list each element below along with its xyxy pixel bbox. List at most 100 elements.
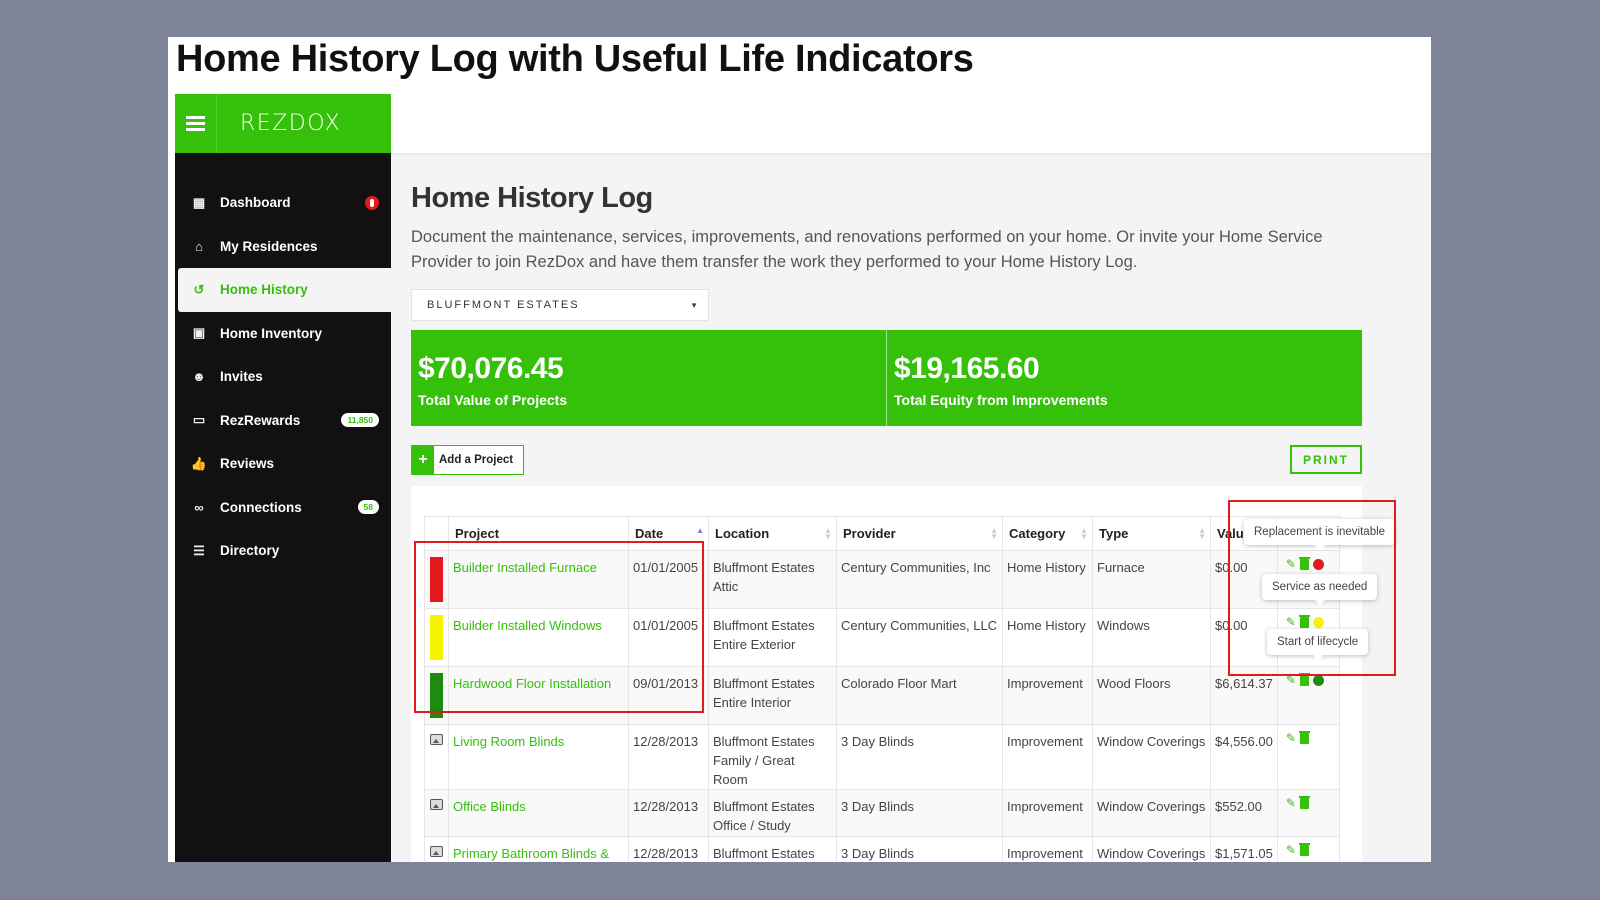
sort-icon[interactable]: ▲ ▼ xyxy=(1080,527,1088,541)
sidebar-item-label: Dashboard xyxy=(220,195,291,211)
category-cell: Improvement xyxy=(1002,836,1093,862)
residence-select[interactable]: BLUFFMONT ESTATES ▼ xyxy=(411,289,709,321)
sidebar-item-label: Home History xyxy=(220,282,308,298)
column-header-label: Date xyxy=(635,526,664,541)
column-header-date[interactable]: Date ▲ xyxy=(628,516,709,551)
image-icon[interactable] xyxy=(430,799,443,810)
status-dot-green[interactable] xyxy=(1312,674,1324,686)
type-cell: Furnace xyxy=(1092,550,1211,609)
image-icon[interactable] xyxy=(430,846,443,857)
category-cell: Improvement xyxy=(1002,666,1093,725)
sidebar-item-invites[interactable]: ☻ Invites xyxy=(175,355,391,399)
location-cell: Bluffmont Estates Attic xyxy=(708,550,837,609)
project-link[interactable]: Office Blinds xyxy=(453,799,526,814)
brand-bar: REZDOX xyxy=(175,94,391,153)
project-cell: Hardwood Floor Installation xyxy=(448,666,629,725)
sidebar-item-my-residences[interactable]: ⌂ My Residences xyxy=(175,225,391,269)
category-cell: Improvement xyxy=(1002,724,1093,790)
sidebar-item-home-inventory[interactable]: ▣ Home Inventory xyxy=(175,312,391,356)
list-icon: ☰ xyxy=(193,542,205,558)
hamburger-menu-icon[interactable] xyxy=(175,94,217,153)
tooltip-replacement: Replacement is inevitable xyxy=(1244,519,1396,545)
sort-ascending-icon[interactable]: ▲ xyxy=(696,527,704,535)
trash-icon[interactable] xyxy=(1298,843,1310,856)
edit-icon[interactable]: ✎ xyxy=(1286,674,1296,686)
date-cell: 01/01/2005 xyxy=(628,608,709,667)
column-header-provider[interactable]: Provider ▲ ▼ xyxy=(836,516,1003,551)
edit-icon[interactable]: ✎ xyxy=(1286,844,1296,856)
project-link[interactable]: Builder Installed Furnace xyxy=(453,560,597,575)
project-link[interactable]: Primary Bathroom Blinds & Warranty Info xyxy=(453,846,609,862)
rezdox-logo[interactable]: REZDOX xyxy=(240,111,341,136)
count-badge: 58 xyxy=(357,500,379,515)
column-header-location[interactable]: Location ▲ ▼ xyxy=(708,516,837,551)
location-area: Family / Great Room xyxy=(713,753,795,787)
column-header-project[interactable]: Project xyxy=(448,516,629,551)
edit-icon[interactable]: ✎ xyxy=(1286,616,1296,628)
money-icon: ▭ xyxy=(192,412,206,428)
project-cell: Builder Installed Furnace xyxy=(448,550,629,609)
print-button[interactable]: PRINT xyxy=(1290,445,1362,474)
location-residence: Bluffmont Estates xyxy=(713,734,815,749)
image-icon[interactable] xyxy=(430,734,443,745)
sidebar-item-directory[interactable]: ☰ Directory xyxy=(175,529,391,573)
trash-icon[interactable] xyxy=(1298,673,1310,686)
project-link[interactable]: Living Room Blinds xyxy=(453,734,564,749)
sort-icon[interactable]: ▲ ▼ xyxy=(1198,527,1206,541)
location-cell: Bluffmont Estates Family / Great Room xyxy=(708,724,837,790)
history-icon: ↺ xyxy=(193,281,205,297)
sidebar-item-dashboard[interactable]: ▦ Dashboard xyxy=(175,181,391,225)
edit-icon[interactable]: ✎ xyxy=(1286,732,1296,744)
project-link[interactable]: Hardwood Floor Installation xyxy=(453,676,611,691)
column-header-label: Provider xyxy=(843,526,896,541)
location-cell: Bluffmont Estates Entire Interior xyxy=(708,666,837,725)
home-icon: ⌂ xyxy=(195,238,203,254)
user-plus-icon: ☻ xyxy=(192,369,206,385)
useful-life-indicator-green xyxy=(430,673,443,718)
column-header-label: Type xyxy=(1099,526,1129,541)
date-cell: 12/28/2013 xyxy=(628,836,709,862)
actions-cell: ✎ xyxy=(1276,666,1340,725)
life-cell xyxy=(424,836,449,862)
status-dot-red[interactable] xyxy=(1312,558,1324,570)
trash-icon[interactable] xyxy=(1298,731,1310,744)
column-header-category[interactable]: Category ▲ ▼ xyxy=(1002,516,1093,551)
tooltip-service: Service as needed xyxy=(1262,574,1378,600)
top-bar xyxy=(391,94,1431,153)
projects-table: Project Date ▲ Location ▲ ▼ Provider ▲ ▼ Category… xyxy=(424,516,1340,862)
date-cell: 01/01/2005 xyxy=(628,550,709,609)
life-cell xyxy=(424,666,449,725)
add-project-button[interactable]: + Add a Project xyxy=(411,445,525,475)
location-cell: Bluffmont Estates Entire Exterior xyxy=(708,608,837,667)
sidebar: REZDOX ▦ Dashboard ⌂ My Residences ↺ Home His… xyxy=(175,94,391,862)
provider-cell: Colorado Floor Mart xyxy=(836,666,1003,725)
sort-icon[interactable]: ▲ ▼ xyxy=(990,527,998,541)
value-cell: $1,571.05 xyxy=(1210,836,1278,862)
column-header-label: Project xyxy=(455,526,500,541)
project-cell: Primary Bathroom Blinds & Warranty Info xyxy=(448,836,629,862)
stat-label: Total Equity from Improvements xyxy=(894,392,1108,408)
stat-total-value: $70,076.45 Total Value of Projects xyxy=(411,330,886,426)
trash-icon[interactable] xyxy=(1298,557,1310,570)
edit-icon[interactable]: ✎ xyxy=(1286,797,1296,809)
column-header-type[interactable]: Type ▲ ▼ xyxy=(1092,516,1211,551)
sidebar-item-connections[interactable]: ∞ Connections 58 xyxy=(175,486,391,530)
project-cell: Builder Installed Windows xyxy=(448,608,629,667)
life-cell xyxy=(424,789,449,837)
project-link[interactable]: Builder Installed Windows xyxy=(453,618,602,633)
sidebar-item-home-history[interactable]: ↺ Home History xyxy=(178,268,391,312)
sidebar-item-label: Invites xyxy=(220,369,263,385)
edit-icon[interactable]: ✎ xyxy=(1286,558,1296,570)
sidebar-item-reviews[interactable]: 👍 Reviews xyxy=(175,442,391,486)
trash-icon[interactable] xyxy=(1298,796,1310,809)
sidebar-item-label: My Residences xyxy=(220,238,318,254)
life-cell xyxy=(424,550,449,609)
sidebar-item-rezrewards[interactable]: ▭ RezRewards 11,850 xyxy=(175,399,391,443)
trash-icon[interactable] xyxy=(1298,615,1310,628)
sort-icon[interactable]: ▲ ▼ xyxy=(824,527,832,541)
location-area: Entire Exterior xyxy=(713,637,796,652)
status-dot-yellow[interactable] xyxy=(1312,616,1324,628)
date-cell: 09/01/2013 xyxy=(628,666,709,725)
type-cell: Wood Floors xyxy=(1092,666,1211,725)
project-cell: Office Blinds xyxy=(448,789,629,837)
